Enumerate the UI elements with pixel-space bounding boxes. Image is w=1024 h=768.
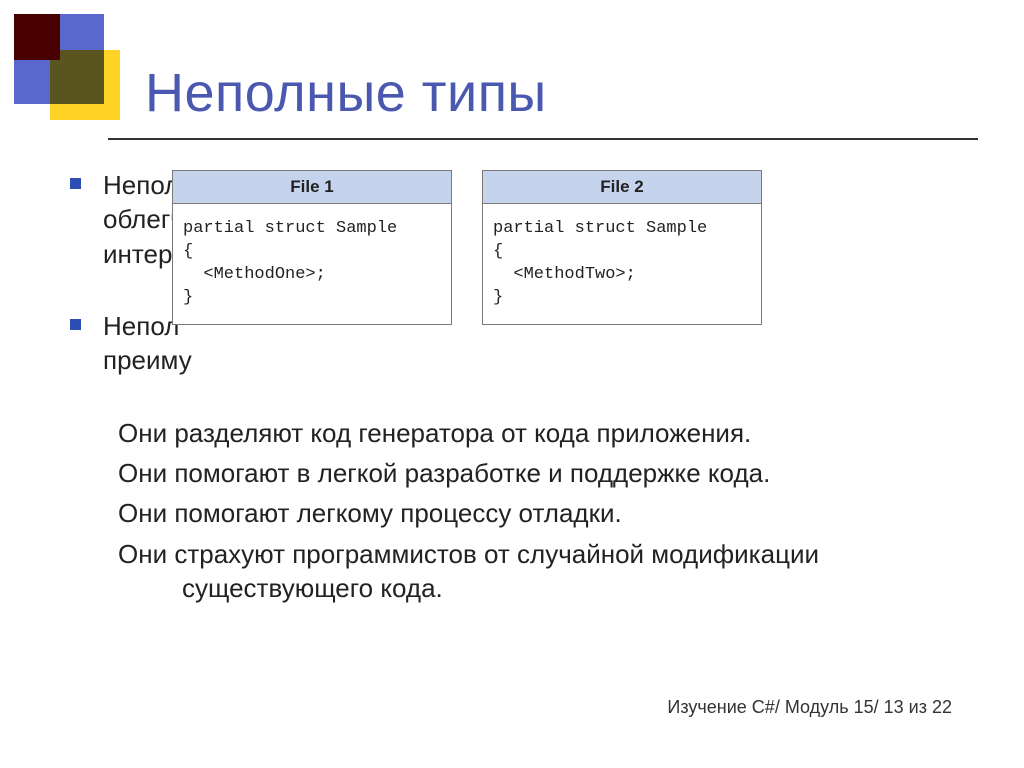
- bullet-square-icon: [70, 319, 81, 330]
- slide-footer: Изучение C#/ Модуль 15/ 13 из 22: [667, 697, 952, 718]
- sub-point: Они страхуют программистов от случайной …: [118, 537, 970, 606]
- bullet-line: преиму: [103, 343, 970, 377]
- sub-point: Они помогают в легкой разработке и подде…: [118, 456, 970, 490]
- code-box-content: partial struct Sample { <MethodOne>; }: [173, 204, 451, 324]
- code-box-header: File 2: [483, 171, 761, 204]
- bullet-square-icon: [70, 178, 81, 189]
- corner-ornament-yellow: [50, 50, 120, 120]
- slide: Неполные типы Непол облегч интерф Непол …: [0, 0, 1024, 768]
- code-box-file-1: File 1 partial struct Sample { <MethodOn…: [172, 170, 452, 325]
- code-box-content: partial struct Sample { <MethodTwo>; }: [483, 204, 761, 324]
- code-box-file-2: File 2 partial struct Sample { <MethodTw…: [482, 170, 762, 325]
- sub-point: Они помогают легкому процессу отладки.: [118, 496, 970, 530]
- sub-point: Они разделяют код генератора от кода при…: [118, 416, 970, 450]
- page-title: Неполные типы: [145, 62, 547, 124]
- code-box-header: File 1: [173, 171, 451, 204]
- title-underline: [108, 138, 978, 140]
